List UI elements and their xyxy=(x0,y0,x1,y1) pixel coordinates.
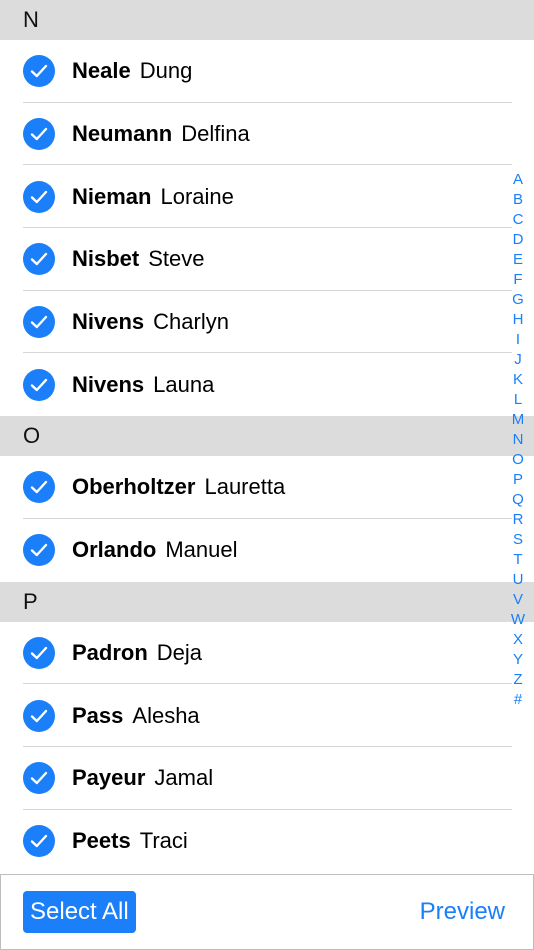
index-letter-h[interactable]: H xyxy=(506,310,530,330)
contact-last-name: Nisbet xyxy=(72,246,140,272)
contact-row[interactable]: Neumann Delfina xyxy=(0,102,534,166)
contact-row[interactable]: Pass Alesha xyxy=(0,684,534,747)
index-letter-q[interactable]: Q xyxy=(506,490,530,510)
contact-row[interactable]: Nisbet Steve xyxy=(0,228,534,291)
contact-row[interactable]: Orlando Manuel xyxy=(0,518,534,582)
contact-first-name: Jamal xyxy=(154,765,214,791)
contact-first-name: Alesha xyxy=(132,702,200,728)
contact-name: Orlando Manuel xyxy=(72,537,238,563)
index-letter-hash[interactable]: # xyxy=(506,690,530,710)
contact-first-name: Traci xyxy=(139,827,188,853)
contact-row[interactable]: Peets Traci xyxy=(0,809,534,873)
index-letter-f[interactable]: F xyxy=(506,270,530,290)
index-letter-e[interactable]: E xyxy=(506,250,530,270)
checkmark-circle-icon[interactable] xyxy=(23,471,55,504)
contact-last-name: Nieman xyxy=(72,183,152,209)
contact-last-name: Nivens xyxy=(72,309,145,335)
contact-last-name: Neale xyxy=(72,58,131,84)
alphabet-index-bar[interactable]: A B C D E F G H I J K L M N O P Q R S T U V W X Y Z # xyxy=(506,170,530,710)
contact-last-name: Pass xyxy=(72,702,124,728)
checkmark-circle-icon[interactable] xyxy=(23,636,55,669)
contact-last-name: Padron xyxy=(72,639,148,665)
contact-first-name: Deja xyxy=(156,639,203,665)
contact-row[interactable]: Oberholtzer Lauretta xyxy=(0,456,534,519)
checkmark-circle-icon[interactable] xyxy=(23,243,55,276)
section-header-o: O xyxy=(0,416,534,457)
contact-last-name: Payeur xyxy=(72,765,146,791)
index-letter-t[interactable]: T xyxy=(506,550,530,570)
contact-row[interactable]: Payeur Jamal xyxy=(0,746,534,810)
checkmark-circle-icon[interactable] xyxy=(23,368,55,401)
contact-last-name: Nivens xyxy=(72,371,145,397)
checkmark-circle-icon[interactable] xyxy=(23,306,55,339)
contact-first-name: Manuel xyxy=(165,537,238,563)
contact-first-name: Lauretta xyxy=(204,474,286,500)
contact-first-name: Loraine xyxy=(160,183,234,209)
index-letter-g[interactable]: G xyxy=(506,290,530,310)
index-letter-p[interactable]: P xyxy=(506,470,530,490)
contact-name: Nivens Launa xyxy=(72,372,214,398)
contact-first-name: Delfina xyxy=(181,121,250,147)
contact-row[interactable]: Neale Dung xyxy=(0,40,534,103)
checkmark-circle-icon[interactable] xyxy=(23,762,55,795)
contact-row[interactable]: Nieman Loraine xyxy=(0,165,534,229)
contact-row[interactable]: Nivens Charlyn xyxy=(0,290,534,354)
index-letter-x[interactable]: X xyxy=(506,630,530,650)
contact-name: Oberholtzer Lauretta xyxy=(72,474,285,500)
contact-name: Padron Deja xyxy=(72,640,202,666)
index-letter-v[interactable]: V xyxy=(506,590,530,610)
contact-last-name: Neumann xyxy=(72,121,173,147)
contact-last-name: Oberholtzer xyxy=(72,474,196,500)
index-letter-r[interactable]: R xyxy=(506,510,530,530)
section-header-n: N xyxy=(0,0,534,40)
contact-name: Nisbet Steve xyxy=(72,246,205,272)
contact-row[interactable]: Padron Deja xyxy=(0,621,534,685)
index-letter-i[interactable]: I xyxy=(506,330,530,350)
contact-name: Payeur Jamal xyxy=(72,765,213,791)
index-letter-c[interactable]: C xyxy=(506,210,530,230)
contact-name: Nivens Charlyn xyxy=(72,309,229,335)
contact-last-name: Peets xyxy=(72,827,131,853)
index-letter-a[interactable]: A xyxy=(506,170,530,190)
contact-list[interactable]: N Neale Dung Neumann Delfina Nieman Loraine Nis… xyxy=(0,0,534,874)
contact-name: Neumann Delfina xyxy=(72,121,250,147)
contact-first-name: Charlyn xyxy=(153,309,229,335)
index-letter-w[interactable]: W xyxy=(506,610,530,630)
index-letter-n[interactable]: N xyxy=(506,430,530,450)
index-letter-k[interactable]: K xyxy=(506,370,530,390)
contact-first-name: Steve xyxy=(148,246,205,272)
index-letter-s[interactable]: S xyxy=(506,530,530,550)
section-header-p: P xyxy=(0,581,534,622)
preview-button[interactable]: Preview xyxy=(420,898,505,926)
index-letter-z[interactable]: Z xyxy=(506,670,530,690)
index-letter-l[interactable]: L xyxy=(506,390,530,410)
index-letter-o[interactable]: O xyxy=(506,450,530,470)
checkmark-circle-icon[interactable] xyxy=(23,699,55,732)
index-letter-y[interactable]: Y xyxy=(506,650,530,670)
checkmark-circle-icon[interactable] xyxy=(23,55,55,88)
checkmark-circle-icon[interactable] xyxy=(23,180,55,213)
contact-name: Peets Traci xyxy=(72,828,188,854)
index-letter-u[interactable]: U xyxy=(506,570,530,590)
checkmark-circle-icon[interactable] xyxy=(23,824,55,857)
checkmark-circle-icon[interactable] xyxy=(23,534,55,567)
checkmark-circle-icon[interactable] xyxy=(23,118,55,151)
bottom-toolbar: Select All Preview xyxy=(0,874,534,950)
index-letter-b[interactable]: B xyxy=(506,190,530,210)
select-all-button[interactable]: Select All xyxy=(23,891,136,933)
contact-first-name: Dung xyxy=(139,58,193,84)
index-letter-m[interactable]: M xyxy=(506,410,530,430)
contact-name: Neale Dung xyxy=(72,58,192,84)
index-letter-d[interactable]: D xyxy=(506,230,530,250)
index-letter-j[interactable]: J xyxy=(506,350,530,370)
contact-name: Nieman Loraine xyxy=(72,184,234,210)
contact-row[interactable]: Nivens Launa xyxy=(0,353,534,417)
contact-last-name: Orlando xyxy=(72,537,157,563)
contact-first-name: Launa xyxy=(153,371,215,397)
contact-name: Pass Alesha xyxy=(72,703,200,729)
